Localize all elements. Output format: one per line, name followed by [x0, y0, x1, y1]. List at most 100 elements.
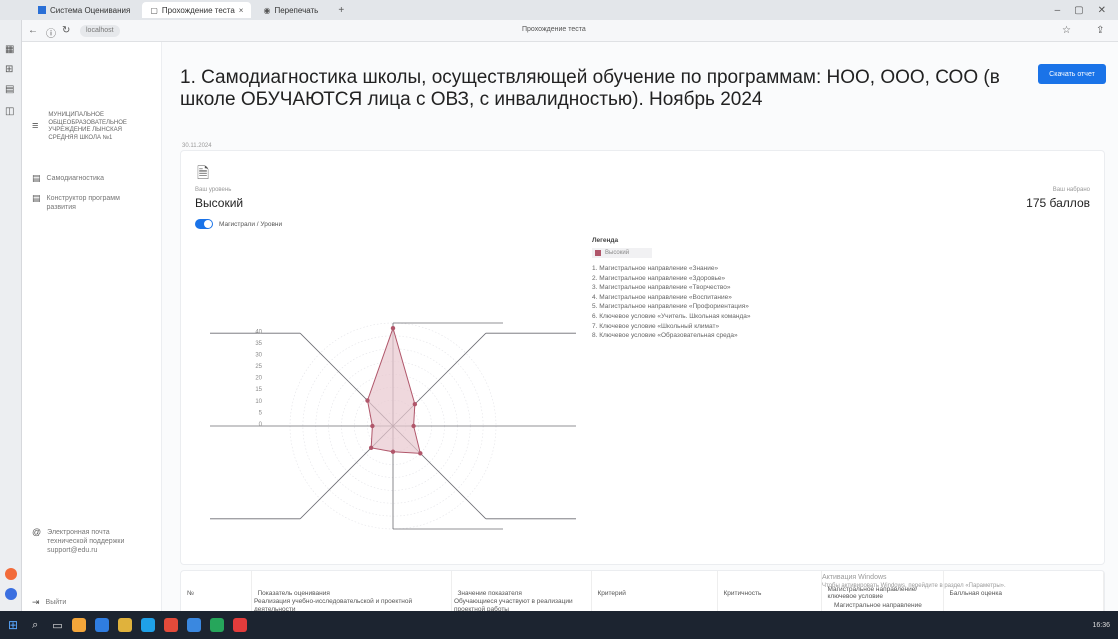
- collections-icon[interactable]: ⊞: [5, 64, 13, 75]
- radar-axis-elbow: [465, 332, 487, 354]
- share-icon[interactable]: ⇪: [1096, 25, 1104, 36]
- legend-item: 3. Магистральное направление «Творчество…: [592, 284, 731, 292]
- url-field[interactable]: localhost: [80, 25, 120, 37]
- tabs-icon[interactable]: ▤: [5, 84, 14, 95]
- sidebar-item-label: Конструктор программ развития: [46, 195, 120, 211]
- tick-label: 30: [255, 352, 262, 358]
- close-window-icon[interactable]: ✕: [1098, 5, 1106, 16]
- data-point: [412, 401, 418, 407]
- logout-icon: ⇥: [32, 597, 40, 607]
- legend-swatch: [595, 250, 601, 256]
- data-point: [370, 423, 375, 429]
- radar-chart: 40 35 30 25 20 15 10 5 0: [210, 322, 576, 530]
- maximize-icon[interactable]: ▢: [1074, 5, 1083, 16]
- tick-label: 10: [255, 399, 262, 405]
- legend-item: 7. Ключевое условие «Школьный климат»: [592, 322, 720, 330]
- logout-button[interactable]: ⇥ Выйти: [32, 598, 66, 607]
- info-icon[interactable]: ⓘ: [46, 25, 56, 40]
- globe-icon: ◉: [263, 5, 271, 15]
- data-point: [418, 451, 423, 456]
- tab-system[interactable]: Система Оценивания: [30, 2, 138, 18]
- toggle-switch[interactable]: [195, 219, 213, 229]
- hamburger-menu-icon[interactable]: ≡: [32, 120, 38, 132]
- col-criterion[interactable]: Критерий: [591, 571, 718, 614]
- radar-axis-elbow: [299, 332, 321, 354]
- chart-legend: Легенда Высокий 1. Магистральное направл…: [592, 237, 751, 341]
- result-card: 🗎 Ваш уровень Высокий Ваш набрано 175 ба…: [180, 150, 1105, 565]
- page-icon: ▢: [150, 5, 158, 15]
- mail-icon: @: [32, 527, 42, 537]
- app-icon[interactable]: [209, 618, 224, 632]
- address-bar: ← ⓘ ↻ localhost Прохождение теста ☆ ⇪: [22, 20, 1118, 42]
- reload-icon[interactable]: ↻: [62, 25, 70, 36]
- taskbar: ⊞ ⌕ ▭ 16:36: [0, 611, 1118, 639]
- toggle-label: Магистрали / Уровни: [219, 220, 283, 228]
- legend-item: 5. Магистральное направление «Профориент…: [592, 303, 749, 311]
- level-caption: Ваш уровень: [195, 187, 232, 193]
- col-criticality[interactable]: Критичность: [717, 571, 822, 614]
- page-title: 1. Самодиагностика школы, осуществляющей…: [180, 67, 1000, 110]
- view-toggle[interactable]: Магистрали / Уровни: [195, 219, 282, 229]
- firefox-icon[interactable]: [71, 618, 86, 632]
- logout-label: Выйти: [45, 599, 67, 606]
- tick-label: 35: [255, 341, 262, 347]
- search-icon[interactable]: ⌕: [32, 619, 38, 632]
- sidebar-item-constructor[interactable]: ▤ Конструктор программ развития: [32, 194, 157, 212]
- back-icon[interactable]: ←: [28, 25, 38, 36]
- watermark-text: Чтобы активировать Windows, перейдите в …: [822, 583, 1006, 589]
- legend-item: 8. Ключевое условие «Образовательная сре…: [592, 332, 738, 340]
- legend-item: 2. Магистральное направление «Здоровье»: [592, 274, 726, 282]
- col-score[interactable]: Балльная оценка: [943, 571, 1104, 614]
- folder-icon[interactable]: [117, 618, 132, 632]
- legend-series[interactable]: Высокий: [592, 248, 652, 258]
- org-name: МУНИЦИПАЛЬНОЕ ОБЩЕОБРАЗОВАТЕЛЬНОЕ УЧРЕЖД…: [48, 112, 127, 141]
- word-icon[interactable]: [186, 618, 201, 632]
- page-title-display: Прохождение теста: [522, 26, 586, 33]
- assistant-icon[interactable]: [5, 588, 17, 600]
- score-caption: Ваш набрано: [1052, 187, 1090, 193]
- edge-icon[interactable]: [140, 618, 155, 632]
- org-block: ≡ МУНИЦИПАЛЬНОЕ ОБЩЕОБРАЗОВАТЕЛЬНОЕ УЧРЕ…: [32, 112, 132, 142]
- favorite-star-icon[interactable]: ☆: [1062, 25, 1071, 36]
- main-content: 1. Самодиагностика школы, осуществляющей…: [162, 42, 1118, 615]
- radar-axis-elbow: [465, 498, 487, 520]
- yandex-icon[interactable]: [232, 618, 247, 632]
- row-indicator: Реализация учебно-исследовательской и пр…: [254, 598, 413, 611]
- legend-item: 4. Магистральное направление «Воспитание…: [592, 293, 732, 301]
- sidebar-item-selfdiag[interactable]: ▤ Самодиагностика: [32, 174, 157, 183]
- task-view-icon[interactable]: ▭: [52, 619, 62, 632]
- tick-label: 0: [259, 422, 263, 428]
- tick-label: 15: [255, 387, 262, 393]
- extension-icon[interactable]: [5, 568, 17, 580]
- data-point: [365, 398, 370, 403]
- minimize-icon[interactable]: –: [1055, 5, 1061, 16]
- tab-strip: Система Оценивания ▢ Прохождение теста × ◉…: [0, 0, 1118, 20]
- office-icon[interactable]: [163, 618, 178, 632]
- col-number[interactable]: №: [181, 571, 252, 614]
- tab-label: Прохождение теста: [161, 5, 235, 15]
- new-tab-button[interactable]: +: [330, 2, 352, 18]
- data-point: [411, 423, 416, 429]
- level-value: Высокий: [195, 196, 244, 210]
- app-grid-icon[interactable]: ▦: [5, 44, 14, 55]
- radar-axis-elbow: [299, 498, 321, 520]
- tab-label: Система Оценивания: [50, 5, 131, 15]
- plus-icon: +: [338, 4, 345, 16]
- legend-list: 1. Магистральное направление «Знание» 2. …: [592, 264, 751, 341]
- tab-test[interactable]: ▢ Прохождение теста ×: [142, 2, 252, 18]
- row-direction: Магистральное направление: [834, 602, 922, 609]
- score-value: 175 баллов: [1026, 196, 1090, 210]
- browser-side-toolbar: ◎ ▦ ⊞ ▤ ◫: [0, 0, 22, 611]
- legend-title: Легенда: [592, 237, 619, 244]
- files-icon[interactable]: [94, 618, 109, 632]
- favorites-icon[interactable]: ◫: [5, 106, 14, 117]
- close-icon[interactable]: ×: [239, 6, 244, 15]
- document-icon: ▤: [32, 193, 41, 203]
- windows-start-icon[interactable]: ⊞: [8, 618, 18, 632]
- download-report-button[interactable]: Скачать отчет: [1038, 64, 1106, 84]
- support-email-link[interactable]: support@edu.ru: [47, 547, 97, 554]
- tab-other[interactable]: ◉ Перепечать: [255, 2, 326, 18]
- tick-label: 25: [255, 364, 262, 370]
- clock[interactable]: 16:36: [1092, 622, 1110, 629]
- app-sidebar: ≡ МУНИЦИПАЛЬНОЕ ОБЩЕОБРАЗОВАТЕЛЬНОЕ УЧРЕ…: [22, 42, 162, 611]
